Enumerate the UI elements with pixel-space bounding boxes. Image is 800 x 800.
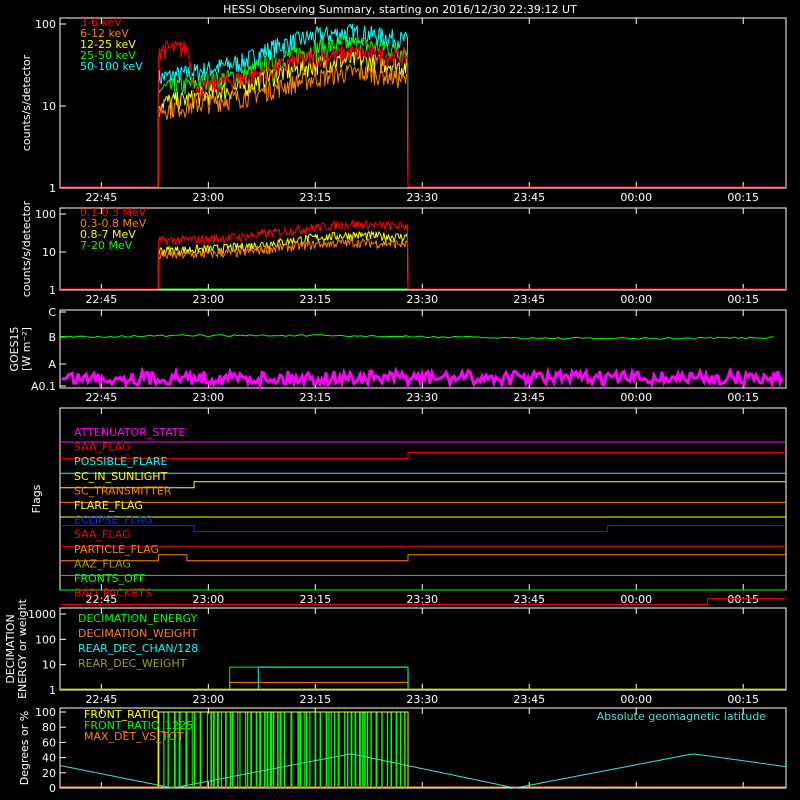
flags-time-label: 00:15 — [727, 593, 759, 606]
ratio-y-label: 40 — [42, 752, 56, 765]
high-energy-series-line — [60, 230, 786, 290]
flag-label-5: FLARE_FLAG — [74, 499, 143, 512]
flag-label-8: PARTICLE_FLAG — [74, 543, 159, 556]
low-energy-legend-4: 50-100 keV — [80, 60, 143, 73]
low-energy-series-line — [60, 39, 786, 188]
flag-label-6: ECLIPSE_FLAG — [74, 514, 153, 527]
flag-line-8 — [60, 554, 786, 562]
high-energy-time-label: 23:15 — [299, 293, 331, 306]
high-energy-legend-3: 7-20 MeV — [80, 239, 133, 252]
flag-label-7: SAA_FLAG — [74, 528, 131, 541]
low-energy-time-label: 00:15 — [727, 191, 759, 204]
decimation-line-0 — [229, 666, 409, 689]
high-energy-time-label: 23:00 — [192, 293, 224, 306]
decimation-legend-3: REAR_DEC_WEIGHT — [78, 657, 187, 670]
flag-label-11: BAD_PACKETS — [74, 587, 152, 600]
flags-ylabel: Flags — [30, 484, 43, 513]
front-ratio-1225-bars — [157, 712, 406, 788]
decimation-y-label: 10 — [42, 659, 56, 672]
ratio-y-label: 0 — [49, 782, 56, 795]
low-energy-series-line — [60, 50, 786, 188]
goes-time-label: 23:30 — [406, 391, 438, 404]
flag-label-9: AAZ_FLAG — [74, 557, 131, 570]
low-energy-time-label: 23:45 — [513, 191, 545, 204]
decimation-legend-0: DECIMATION_ENERGY — [78, 612, 198, 625]
decimation-time-label: 22:45 — [86, 693, 118, 706]
decimation-legend-2: REAR_DEC_CHAN/128 — [78, 642, 198, 655]
ratio-y-label: 20 — [42, 767, 56, 780]
goes-time-label: 23:15 — [299, 391, 331, 404]
ratio-ylabel: Degrees or % — [18, 711, 31, 785]
flag-label-10: FRONTS_OFF — [74, 572, 145, 585]
low-energy-ylabel: counts/s/detector — [20, 54, 33, 151]
ratio-legend-2: MAX_DET_VS_TOT — [84, 730, 184, 743]
low-energy-series-line — [60, 35, 786, 188]
flags-time-label: 23:30 — [406, 593, 438, 606]
low-energy-frame — [59, 17, 787, 189]
low-energy-time-label: 23:00 — [192, 191, 224, 204]
high-energy-y-label: 100 — [35, 208, 56, 221]
low-energy-y-label: 1 — [49, 182, 56, 195]
ratio-y-label: 60 — [42, 736, 56, 749]
decimation-ylabel2: ENERGY or weight — [16, 598, 29, 698]
goes-ylabel-units: [W m⁻²] — [20, 327, 33, 371]
decimation-legend-1: DECIMATION_WEIGHT — [78, 627, 198, 640]
flags-time-label: 23:15 — [299, 593, 331, 606]
low-energy-time-label: 23:15 — [299, 191, 331, 204]
decimation-time-label: 23:00 — [192, 693, 224, 706]
decimation-time-label: 00:00 — [620, 693, 652, 706]
ratio-y-label: 80 — [42, 721, 56, 734]
decimation-y-label: 1000 — [28, 608, 56, 621]
decimation-time-label: 00:15 — [727, 693, 759, 706]
figure-title: HESSI Observing Summary, starting on 201… — [223, 3, 577, 16]
hessi-summary-figure: HESSI Observing Summary, starting on 201… — [4, 3, 787, 795]
decimation-y-label: 100 — [35, 633, 56, 646]
goes-time-label: 22:45 — [86, 391, 118, 404]
decimation-time-label: 23:30 — [406, 693, 438, 706]
goes-y-label: C — [48, 306, 56, 319]
low-energy-y-label: 100 — [35, 18, 56, 31]
geomagnetic-latitude-line — [59, 753, 787, 789]
flags-time-label: 23:45 — [513, 593, 545, 606]
goes-time-label: 23:45 — [513, 391, 545, 404]
decimation-y-label: 1 — [49, 684, 56, 697]
high-energy-time-label: 00:00 — [620, 293, 652, 306]
goes-y-label: A0.1 — [31, 380, 56, 393]
ratio-y-label: 100 — [35, 706, 56, 719]
low-energy-time-label: 00:00 — [620, 191, 652, 204]
decimation-time-label: 23:45 — [513, 693, 545, 706]
geomagnetic-annotation: Absolute geomagnetic latitude — [597, 710, 767, 723]
flag-line-6 — [60, 525, 786, 533]
high-energy-ylabel: counts/s/detector — [20, 200, 33, 297]
high-energy-time-label: 23:30 — [406, 293, 438, 306]
high-energy-y-label: 10 — [42, 246, 56, 259]
goes-time-label: 00:15 — [727, 391, 759, 404]
low-energy-time-label: 23:30 — [406, 191, 438, 204]
goes-y-label: A — [48, 358, 56, 371]
low-energy-y-label: 10 — [42, 100, 56, 113]
low-energy-series-line — [60, 64, 786, 188]
flags-time-label: 00:00 — [620, 593, 652, 606]
high-energy-y-label: 1 — [49, 284, 56, 297]
flag-label-4: SC_TRANSMITTER — [74, 484, 172, 497]
flag-line-1 — [60, 452, 786, 460]
high-energy-time-label: 23:45 — [513, 293, 545, 306]
goes-time-label: 00:00 — [620, 391, 652, 404]
high-energy-series-line — [60, 219, 786, 290]
decimation-line-2 — [257, 666, 409, 689]
high-energy-time-label: 22:45 — [86, 293, 118, 306]
decimation-time-label: 23:15 — [299, 693, 331, 706]
goes-long-line — [61, 334, 774, 340]
flag-label-2: POSSIBLE_FLARE — [74, 455, 168, 468]
decimation-line-1 — [229, 681, 409, 689]
flag-label-1: SAA_FLAG — [74, 441, 131, 454]
goes-y-label: B — [48, 331, 56, 344]
flag-label-3: SC_IN_SUNLIGHT — [74, 470, 168, 483]
flag-label-0: ATTENUATOR_STATE — [74, 426, 186, 439]
flags-time-label: 23:00 — [192, 593, 224, 606]
low-energy-time-label: 22:45 — [86, 191, 118, 204]
goes-time-label: 23:00 — [192, 391, 224, 404]
high-energy-time-label: 00:15 — [727, 293, 759, 306]
